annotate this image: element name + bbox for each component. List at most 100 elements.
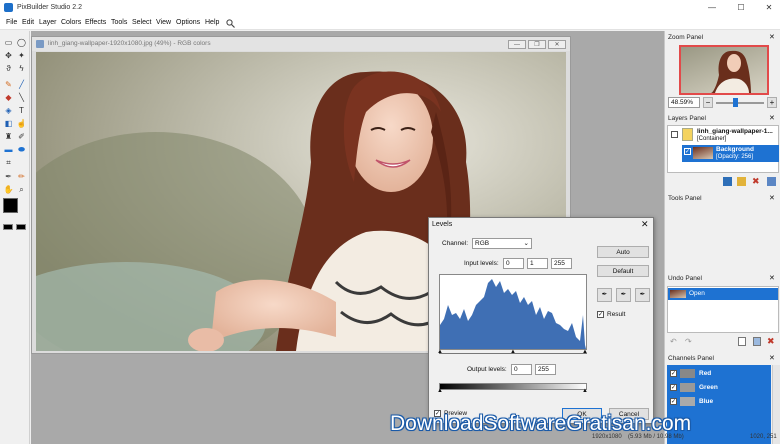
input-level-white[interactable]: 255 [551,258,572,269]
undo-list: Open [667,286,779,333]
measure-icon[interactable]: ✏ [16,171,27,182]
channel-row[interactable]: ✓ Red [667,367,771,380]
menu-edit[interactable]: Edit [22,19,34,26]
layer-row-selected[interactable]: ✓ Background [Opacity: 256] [682,145,779,162]
black-eyedropper-icon[interactable]: ✒ [597,288,612,302]
menu-options[interactable]: Options [176,19,200,26]
menu-view[interactable]: View [156,19,171,26]
new-group-icon[interactable] [737,177,746,186]
magic-wand-icon[interactable]: ✦ [16,50,27,61]
pencil-icon[interactable]: ✎ [3,79,14,90]
hand-icon[interactable]: ✋ [3,184,14,195]
ellipse-shape-icon[interactable]: ⬬ [16,144,27,155]
cursor-coords: 1020, 251 [750,434,777,440]
mode-mask-icon[interactable] [16,224,26,230]
mode-standard-icon[interactable] [3,224,13,230]
auto-button[interactable]: Auto [597,246,649,258]
tools-panel-close-icon[interactable]: ✕ [769,194,775,202]
clone-icon[interactable]: ◧ [3,118,14,129]
new-layer-icon[interactable] [723,177,732,186]
channel-row[interactable]: ✓ Blue [667,395,771,408]
output-level-black[interactable]: 0 [511,364,532,375]
undo-panel-close-icon[interactable]: ✕ [769,274,775,282]
document-title-bar: linh_giang-wallpaper-1920x1080.jpg (49%)… [32,37,570,51]
layer-sub: [Container] [697,136,727,142]
gray-eyedropper-icon[interactable]: ✒ [616,288,631,302]
result-checkbox[interactable]: ✓ [597,311,604,318]
channel-label: Channel: [442,240,469,247]
layers-list: linh_giang-wallpaper-1... [Container] ✓ … [667,125,779,173]
channel-name: Green [699,384,718,391]
layer-visibility-checkbox[interactable]: ✓ [684,148,691,155]
channel-visibility-checkbox[interactable]: ✓ [670,384,677,391]
zoom-navigator[interactable] [679,45,769,95]
zoom-in-button[interactable]: + [767,97,777,108]
poly-lasso-icon[interactable]: ϟ [16,63,27,74]
default-button[interactable]: Default [597,265,649,277]
snapshot-icon[interactable] [753,337,761,346]
menu-help[interactable]: Help [205,19,219,26]
rect-shape-icon[interactable]: ▬ [3,144,14,155]
minimize-button[interactable]: — [705,2,719,13]
maximize-button[interactable]: ☐ [734,2,748,13]
menu-select[interactable]: Select [132,19,151,26]
retouch-icon[interactable]: ✐ [16,131,27,142]
input-black-handle[interactable]: ▲ [437,349,443,355]
channel-row[interactable]: ✓ Green [667,381,771,394]
channels-panel-close-icon[interactable]: ✕ [769,354,775,362]
white-eyedropper-icon[interactable]: ✒ [635,288,650,302]
menu-file[interactable]: File [6,19,17,26]
delete-layer-icon[interactable]: ✖ [752,177,761,186]
eyedropper-icon[interactable]: ✒ [3,171,14,182]
close-button[interactable]: ✕ [762,2,776,13]
rect-select-icon[interactable]: ▭ [3,37,14,48]
line-icon[interactable]: ╲ [16,92,27,103]
doc-minimize-button[interactable]: — [508,40,526,49]
input-level-gamma[interactable]: 1 [527,258,548,269]
output-white-handle[interactable]: ▲ [582,388,588,394]
redo-icon[interactable]: ↷ [685,337,692,346]
fill-icon[interactable]: ◈ [3,105,14,116]
ellipse-select-icon[interactable]: ◯ [16,37,27,48]
layer-properties-icon[interactable] [767,177,776,186]
menu-colors[interactable]: Colors [61,19,81,26]
channel-value: RGB [475,240,490,247]
zoom-slider-handle[interactable] [733,98,738,107]
menu-effects[interactable]: Effects [85,19,106,26]
zoom-out-button[interactable]: − [703,97,713,108]
doc-close-button[interactable]: ✕ [548,40,566,49]
stamp-icon[interactable]: ♜ [3,131,14,142]
lasso-icon[interactable]: ϑ [3,63,14,74]
output-level-white[interactable]: 255 [535,364,556,375]
foreground-color-swatch[interactable] [3,198,18,213]
layers-panel-close-icon[interactable]: ✕ [769,114,775,122]
zoom-value-field[interactable]: 48.59% [668,97,700,108]
input-white-handle[interactable]: ▲ [582,349,588,355]
channel-select[interactable]: RGB ⌄ [472,238,532,249]
channel-visibility-checkbox[interactable]: ✓ [670,370,677,377]
channel-visibility-checkbox[interactable]: ✓ [670,398,677,405]
new-snapshot-icon[interactable] [738,337,746,346]
delete-history-icon[interactable]: ✖ [767,336,775,347]
undo-item[interactable]: Open [668,288,778,300]
menu-layer[interactable]: Layer [39,19,57,26]
input-level-black[interactable]: 0 [503,258,524,269]
zoom-panel-close-icon[interactable]: ✕ [769,33,775,41]
crop-icon[interactable]: ⌗ [3,157,14,168]
search-icon[interactable] [226,19,235,28]
undo-icon[interactable]: ↶ [670,337,677,346]
input-gamma-handle[interactable]: ▲ [510,349,516,355]
menu-tools[interactable]: Tools [111,19,127,26]
eraser-icon[interactable]: ◆ [3,92,14,103]
text-icon[interactable]: T [16,105,27,116]
doc-restore-button[interactable]: ❐ [528,40,546,49]
zoom-icon[interactable]: ⌕ [16,184,27,195]
levels-close-button[interactable]: ✕ [641,219,649,230]
smudge-icon[interactable]: ☝ [16,118,27,129]
brush-icon[interactable]: ╱ [16,79,27,90]
document-title: linh_giang-wallpaper-1920x1080.jpg (49%)… [48,40,211,47]
layer-visibility-checkbox[interactable] [671,131,678,138]
output-black-handle[interactable]: ▲ [437,388,443,394]
layer-name[interactable]: linh_giang-wallpaper-1... [697,128,773,135]
move-icon[interactable]: ✥ [3,50,14,61]
